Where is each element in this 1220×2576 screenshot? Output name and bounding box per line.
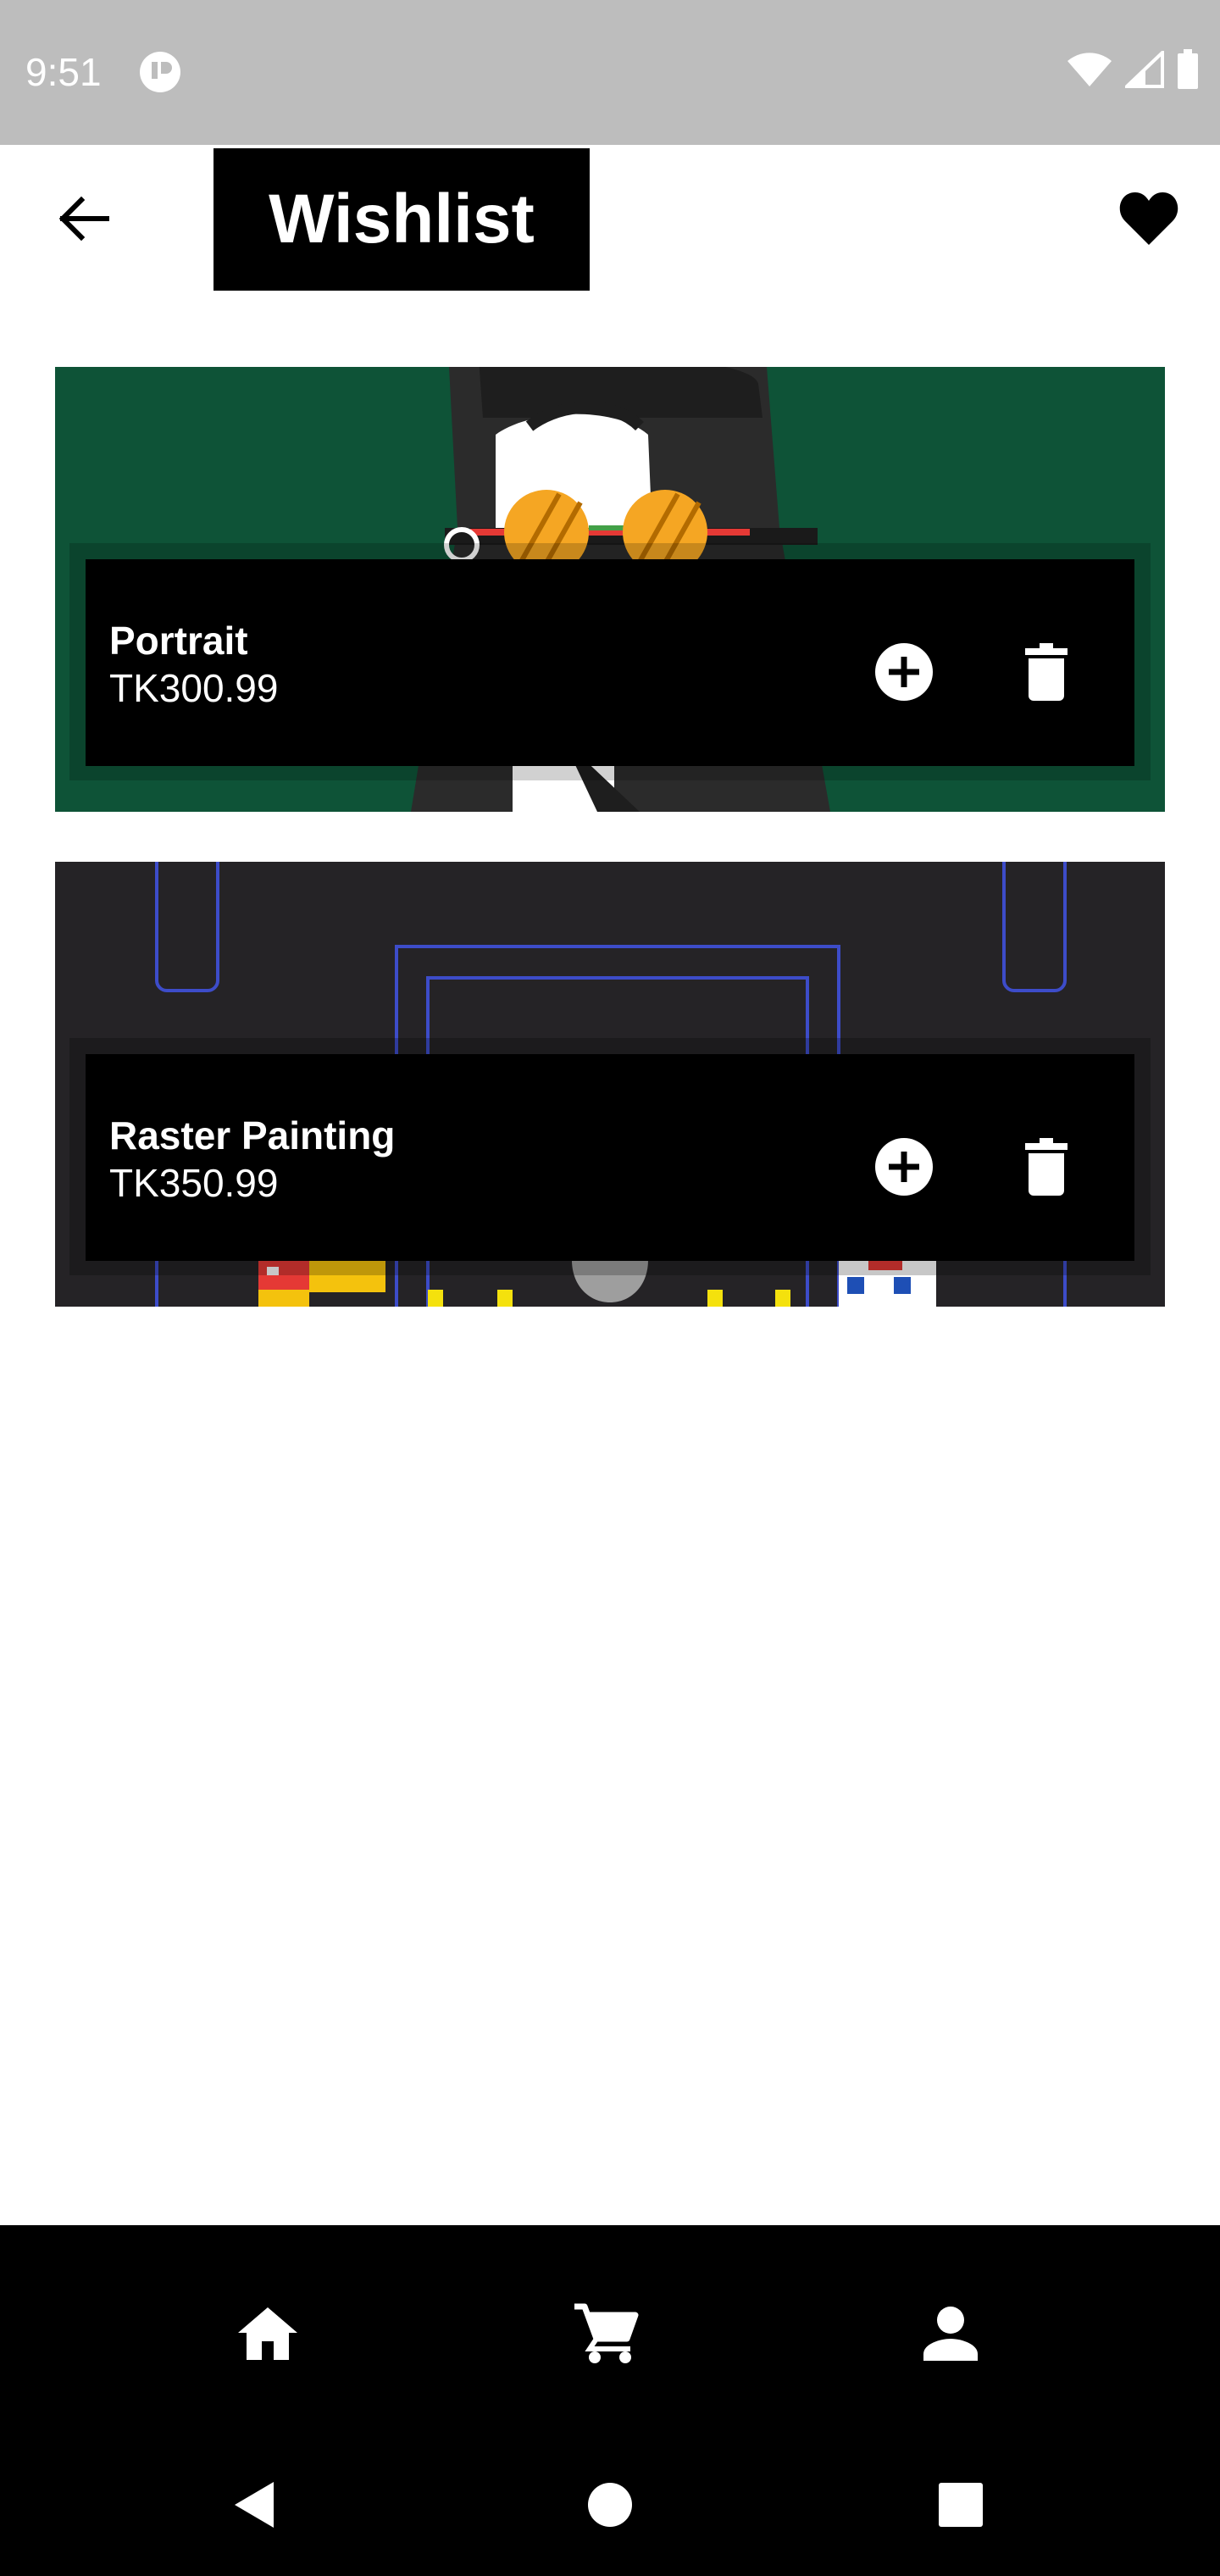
- add-circle-icon: [875, 643, 933, 701]
- battery-icon: [1178, 49, 1198, 89]
- cell-signal-icon: [1125, 51, 1164, 88]
- trash-icon: [1025, 643, 1068, 701]
- nav-home-button[interactable]: [227, 2293, 308, 2374]
- item-price: TK300.99: [109, 666, 279, 710]
- heart-icon: [1119, 192, 1178, 245]
- favorite-button[interactable]: [1110, 183, 1188, 254]
- recents-square-icon: [939, 2483, 983, 2527]
- trash-icon: [1025, 1138, 1068, 1196]
- app-notification-icon: [140, 52, 180, 92]
- person-icon: [923, 2307, 978, 2361]
- home-circle-icon: [588, 2483, 632, 2527]
- system-recents-button[interactable]: [918, 2462, 1003, 2547]
- add-circle-icon: [875, 1138, 933, 1196]
- arrow-back-icon: [58, 196, 109, 242]
- add-to-cart-button[interactable]: [862, 630, 946, 714]
- delete-item-button[interactable]: [1004, 1124, 1089, 1209]
- page-title-box: Wishlist: [214, 148, 590, 291]
- wifi-icon: [1068, 53, 1112, 86]
- cart-icon: [574, 2303, 639, 2363]
- add-to-cart-button[interactable]: [862, 1124, 946, 1209]
- nav-profile-button[interactable]: [910, 2293, 991, 2374]
- item-name: Portrait: [109, 619, 248, 663]
- item-name: Raster Painting: [109, 1113, 396, 1158]
- status-time: 9:51: [25, 50, 102, 94]
- back-button[interactable]: [49, 185, 117, 253]
- system-navigation-bar: [0, 2429, 1220, 2576]
- status-bar: 9:51: [0, 0, 1220, 145]
- back-triangle-icon: [235, 2482, 274, 2528]
- wishlist-item-portrait[interactable]: Portrait TK300.99: [55, 367, 1165, 812]
- wishlist-item-raster-painting[interactable]: Raster Painting TK350.99: [55, 862, 1165, 1307]
- system-home-button[interactable]: [568, 2462, 652, 2547]
- status-icons: [1066, 49, 1200, 90]
- home-icon: [238, 2307, 297, 2360]
- item-price: TK350.99: [109, 1161, 279, 1205]
- page-title: Wishlist: [269, 180, 535, 258]
- bottom-navigation: [0, 2225, 1220, 2429]
- delete-item-button[interactable]: [1004, 630, 1089, 714]
- system-back-button[interactable]: [212, 2462, 297, 2547]
- nav-cart-button[interactable]: [566, 2293, 647, 2374]
